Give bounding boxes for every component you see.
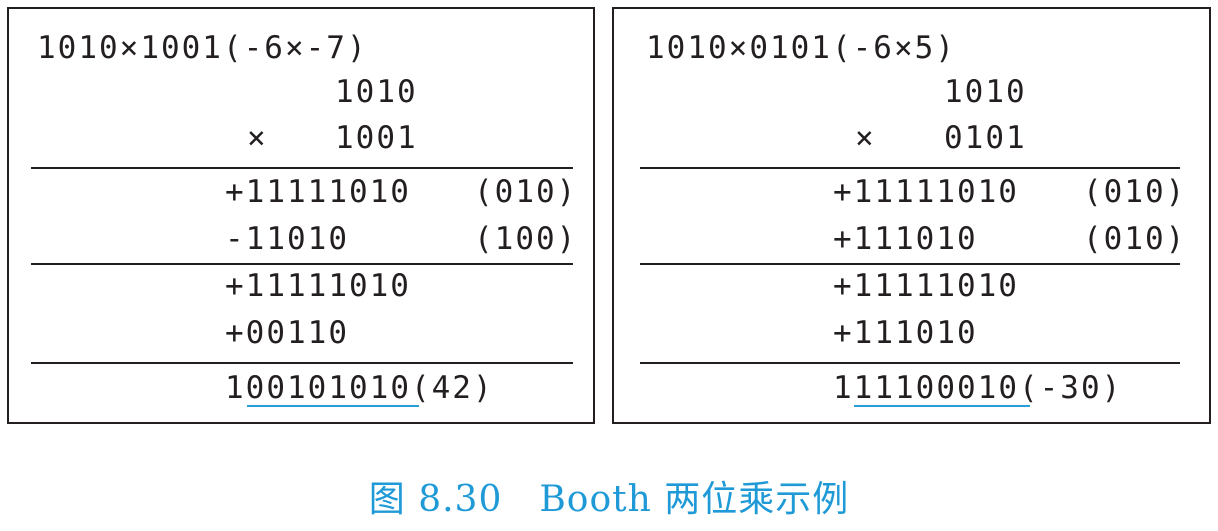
- example-box-left: 1010×1001(-6×-7) 1010 × 1001 +11111010 (…: [7, 7, 595, 424]
- right-result-prefix: 1: [833, 370, 854, 406]
- right-times-sign: ×: [855, 120, 876, 156]
- right-step2-op: +111010: [833, 221, 978, 257]
- right-step1-op: +11111010: [833, 174, 1019, 210]
- right-result-underline: [854, 405, 1030, 407]
- left-header: 1010×1001(-6×-7): [37, 30, 368, 66]
- left-step2-bits: (100): [474, 221, 578, 257]
- right-rule-2: [640, 263, 1180, 265]
- left-rule-3: [31, 362, 573, 364]
- left-multiplier: 1001: [335, 120, 418, 156]
- left-sum2: +00110: [225, 315, 349, 351]
- left-result-prefix: 1: [225, 370, 246, 406]
- right-multiplier: 0101: [944, 120, 1027, 156]
- right-rule-3: [640, 362, 1180, 364]
- right-sum1: +11111010: [833, 268, 1019, 304]
- right-result-underlined: 11100010: [853, 370, 1019, 406]
- left-rule-2: [31, 263, 573, 265]
- example-box-right: 1010×0101(-6×5) 1010 × 0101 +11111010 (0…: [612, 7, 1211, 424]
- left-result-underlined: 00101010: [245, 370, 411, 406]
- left-step1-bits: (010): [474, 174, 578, 210]
- right-result: 111100010(-30): [833, 369, 1122, 407]
- right-rule-1: [640, 167, 1180, 169]
- right-step1-bits: (010): [1083, 174, 1187, 210]
- left-result-underline: [247, 405, 419, 407]
- left-rule-1: [31, 167, 573, 169]
- left-times-sign: ×: [247, 120, 268, 156]
- right-result-value: (-30): [1018, 370, 1123, 406]
- left-step2-op: -11010: [225, 221, 349, 257]
- right-step2-bits: (010): [1083, 221, 1187, 257]
- left-result: 100101010(42): [225, 369, 494, 407]
- figure-caption: 图 8.30 Booth 两位乘示例: [368, 479, 850, 520]
- right-header: 1010×0101(-6×5): [646, 30, 956, 66]
- left-sum1: +11111010: [225, 268, 411, 304]
- right-sum2: +111010: [833, 315, 978, 351]
- left-multiplicand: 1010: [335, 74, 418, 110]
- left-step1-op: +11111010: [225, 174, 411, 210]
- right-multiplicand: 1010: [944, 74, 1027, 110]
- left-result-value: (42): [410, 370, 494, 406]
